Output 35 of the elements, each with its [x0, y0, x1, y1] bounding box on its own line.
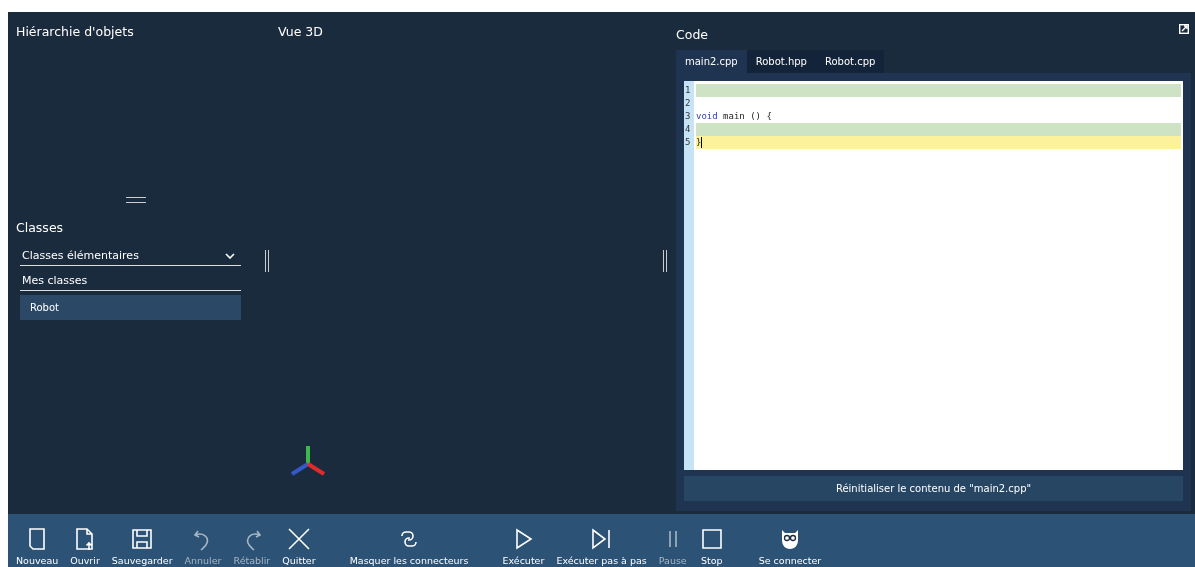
class-list-item[interactable]: Robot: [20, 295, 241, 320]
code-line: void main () {: [696, 110, 772, 123]
toolbar-button[interactable]: Se connecter: [752, 526, 828, 566]
panel-title: Classes: [16, 220, 65, 235]
line-number: 1: [684, 84, 692, 97]
toolbar-button[interactable]: Nouveau: [10, 526, 65, 566]
section-header: Mes classes: [20, 272, 241, 291]
panel-title: Code: [676, 27, 708, 42]
file-tab[interactable]: Robot.cpp: [815, 50, 885, 73]
toolbar-button[interactable]: Exécuter pas à pas: [550, 526, 653, 566]
splitter-handle[interactable]: [663, 250, 667, 272]
splitter-handle[interactable]: [126, 197, 146, 203]
toolbar-button[interactable]: Quitter: [276, 526, 322, 566]
line-number: 5: [684, 136, 692, 149]
code-line: }: [696, 136, 702, 149]
toolbar-button[interactable]: Exécuter: [496, 526, 551, 566]
line-number: 2: [684, 97, 692, 110]
chevron-down-icon: [225, 252, 235, 259]
splitter-handle[interactable]: [265, 250, 269, 272]
toolbar-button[interactable]: Sauvegarder: [105, 526, 179, 566]
line-number: 3: [684, 110, 692, 123]
file-tab[interactable]: main2.cpp: [676, 50, 747, 73]
panel-title: Vue 3D: [278, 24, 324, 39]
popout-icon[interactable]: [1179, 24, 1189, 34]
axis-gizmo-icon: [288, 444, 328, 478]
toolbar-button[interactable]: Stop: [692, 526, 731, 566]
toolbar-button[interactable]: Ouvrir: [64, 526, 106, 566]
code-editor[interactable]: 1 2 3 void main () { 4 5 }: [684, 81, 1183, 470]
toolbar-button[interactable]: Masquer les connecteurs: [343, 526, 475, 566]
class-dropdown[interactable]: Classes élémentaires: [20, 245, 241, 266]
file-tab[interactable]: Robot.hpp: [746, 50, 816, 73]
line-number: 4: [684, 123, 692, 136]
close-icon: [285, 526, 312, 552]
panel-title: Hiérarchie d'objets: [16, 24, 135, 39]
reset-button[interactable]: Réinitialiser le contenu de "main2.cpp": [684, 476, 1183, 501]
